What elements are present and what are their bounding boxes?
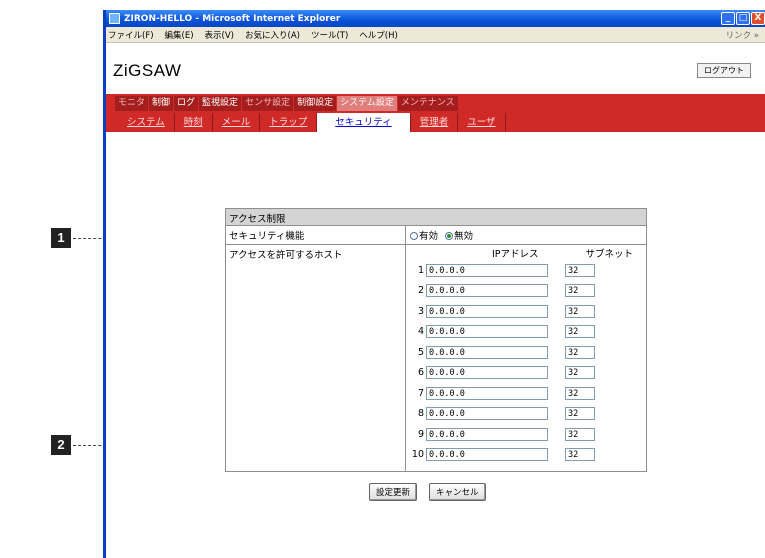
hosts-list: IPアドレス サブネット 1 0.0.0.0 32 2 0.0.0.0 32 3 0.0.0.… (406, 245, 646, 471)
browser-window: ZIRON-HELLO - Microsoft Internet Explore… (103, 10, 765, 558)
host-number: 5 (417, 346, 424, 358)
host-number: 6 (417, 367, 424, 379)
links-button[interactable]: リンク » (726, 29, 759, 41)
host-number: 7 (417, 387, 424, 399)
host-number: 1 (417, 264, 424, 276)
hosts-label: アクセスを許可するホスト (226, 245, 406, 471)
main-tab-system-settings[interactable]: システム設定 (337, 96, 397, 111)
security-label: セキュリティ機能 (226, 226, 406, 244)
host-row: 4 0.0.0.0 32 (406, 322, 646, 343)
ip-address-input[interactable]: 0.0.0.0 (426, 263, 548, 277)
menu-tools[interactable]: ツール(T) (311, 29, 348, 41)
host-row: 5 0.0.0.0 32 (406, 342, 646, 363)
host-row: 6 0.0.0.0 32 (406, 363, 646, 384)
enable-label: 有効 (419, 231, 439, 242)
main-tab-monitor[interactable]: モニタ (115, 96, 149, 111)
ip-column-header: IPアドレス (492, 249, 539, 260)
title-bar: ZIRON-HELLO - Microsoft Internet Explore… (106, 10, 765, 27)
sub-tab-time[interactable]: 時刻 (175, 113, 213, 132)
menu-edit[interactable]: 編集(E) (165, 29, 194, 41)
main-nav: モニタ 制御 ログ 監視設定 センサ設定 制御設定 システム設定 メンテナンス (115, 96, 459, 111)
disable-radio[interactable] (445, 232, 454, 240)
brand-logo: ZiGSAW (113, 61, 182, 80)
main-tab-maintenance[interactable]: メンテナンス (397, 96, 458, 111)
ip-address-input[interactable]: 0.0.0.0 (426, 407, 548, 421)
subnet-input[interactable]: 32 (565, 325, 595, 339)
host-row: 2 0.0.0.0 32 (406, 281, 646, 302)
host-row: 1 0.0.0.0 32 (406, 260, 646, 281)
host-number: 3 (417, 305, 424, 317)
menu-file[interactable]: ファイル(F) (108, 29, 154, 41)
subnet-input[interactable]: 32 (565, 407, 595, 421)
menu-bar: ファイル(F) 編集(E) 表示(V) お気に入り(A) ツール(T) ヘルプ(… (106, 27, 765, 43)
panel-title: アクセス制限 (226, 209, 646, 226)
enable-radio[interactable] (410, 232, 418, 240)
close-button[interactable]: X (751, 12, 765, 25)
host-row: 10 0.0.0.0 32 (406, 445, 646, 466)
sub-tab-mail[interactable]: メール (213, 113, 261, 132)
subnet-input[interactable]: 32 (565, 366, 595, 380)
cancel-button[interactable]: キャンセル (429, 483, 486, 501)
sub-tab-admin[interactable]: 管理者 (411, 113, 459, 132)
subnet-input[interactable]: 32 (565, 304, 595, 318)
menu-favorites[interactable]: お気に入り(A) (245, 29, 300, 41)
sub-tab-trap[interactable]: トラップ (260, 113, 318, 132)
subnet-input[interactable]: 32 (565, 345, 595, 359)
minimize-button[interactable]: _ (721, 12, 735, 25)
ip-address-input[interactable]: 0.0.0.0 (426, 345, 548, 359)
callout-1: 1 (51, 228, 71, 248)
subnet-column-header: サブネット (585, 249, 634, 260)
ip-address-input[interactable]: 0.0.0.0 (426, 284, 548, 298)
subnet-input[interactable]: 32 (565, 427, 595, 441)
logout-button[interactable]: ログアウト (697, 63, 751, 78)
subnet-input[interactable]: 32 (565, 448, 595, 462)
action-buttons: 設定更新 キャンセル (369, 483, 498, 501)
sub-tab-security[interactable]: セキュリティ (317, 113, 411, 132)
update-settings-button[interactable]: 設定更新 (369, 483, 418, 501)
sub-tab-user[interactable]: ユーザ (458, 113, 506, 132)
host-row: 3 0.0.0.0 32 (406, 301, 646, 322)
hosts-row: アクセスを許可するホスト IPアドレス サブネット 1 0.0.0.0 32 2 0.0… (226, 245, 646, 471)
sub-tab-system[interactable]: システム (118, 113, 175, 132)
main-tab-control-settings[interactable]: 制御設定 (294, 96, 337, 111)
main-tab-log[interactable]: ログ (174, 96, 199, 111)
ip-address-input[interactable]: 0.0.0.0 (426, 448, 548, 462)
main-tab-monitor-settings[interactable]: 監視設定 (199, 96, 242, 111)
host-number: 10 (411, 449, 424, 461)
host-row: 8 0.0.0.0 32 (406, 404, 646, 425)
maximize-button[interactable]: □ (736, 12, 750, 25)
menu-help[interactable]: ヘルプ(H) (359, 29, 398, 41)
ip-address-input[interactable]: 0.0.0.0 (426, 366, 548, 380)
ip-address-input[interactable]: 0.0.0.0 (426, 386, 548, 400)
disable-label: 無効 (454, 231, 474, 242)
ip-address-input[interactable]: 0.0.0.0 (426, 325, 548, 339)
main-tab-control[interactable]: 制御 (149, 96, 174, 111)
access-control-panel: アクセス制限 セキュリティ機能 有効 無効 アクセスを許可するホスト IPアドレ… (225, 208, 647, 472)
host-number: 9 (417, 428, 424, 440)
security-row: セキュリティ機能 有効 無効 (226, 226, 646, 245)
host-row: 7 0.0.0.0 32 (406, 383, 646, 404)
main-tab-sensor-settings[interactable]: センサ設定 (242, 96, 294, 111)
subnet-input[interactable]: 32 (565, 284, 595, 298)
ip-address-input[interactable]: 0.0.0.0 (426, 304, 548, 318)
host-number: 2 (417, 285, 424, 297)
ie-icon (109, 13, 120, 24)
menu-view[interactable]: 表示(V) (205, 29, 234, 41)
host-number: 8 (417, 408, 424, 420)
window-title: ZIRON-HELLO - Microsoft Internet Explore… (124, 13, 341, 24)
callout-2: 2 (51, 435, 71, 455)
host-row: 9 0.0.0.0 32 (406, 424, 646, 445)
host-number: 4 (417, 326, 424, 338)
subnet-input[interactable]: 32 (565, 263, 595, 277)
ip-address-input[interactable]: 0.0.0.0 (426, 427, 548, 441)
subnet-input[interactable]: 32 (565, 386, 595, 400)
sub-nav-bar: システム 時刻 メール トラップ セキュリティ 管理者 ユーザ (106, 113, 765, 132)
